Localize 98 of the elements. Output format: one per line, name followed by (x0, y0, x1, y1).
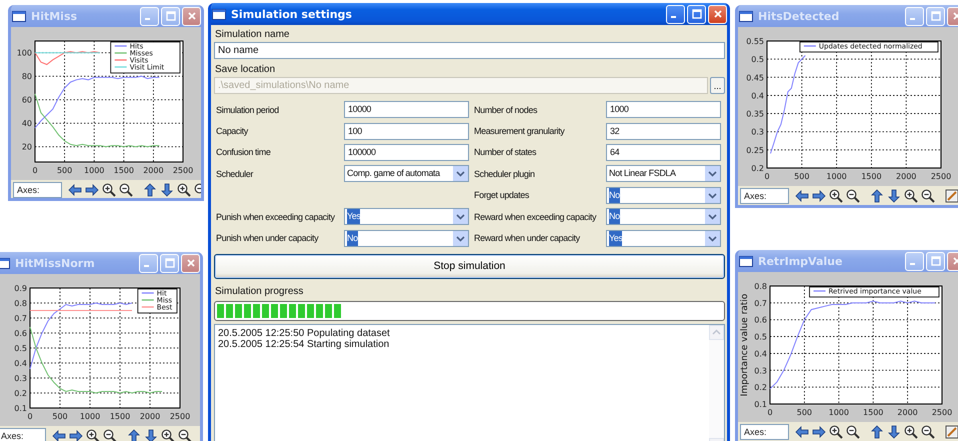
dropdown[interactable]: No (606, 186, 721, 204)
browse-button[interactable]: ... (710, 77, 725, 94)
tick-label: 0 (767, 408, 773, 417)
tick-label: 2000 (896, 172, 916, 181)
tick-label: 2000 (897, 408, 918, 417)
dropdown[interactable]: Comp. game of automata (344, 165, 469, 182)
tick-label: 0.1 (754, 400, 767, 409)
tick-label: 500 (52, 412, 68, 421)
field-label: Save location (214, 63, 276, 77)
tick-label: 0.2 (751, 164, 764, 173)
window-title: HitMissNorm (15, 256, 96, 270)
tick-label: 0.4 (751, 91, 764, 100)
field-label: Reward when exceeding capacity (473, 212, 598, 222)
tick-label: 0.5 (14, 344, 27, 353)
tick-label: 0.4 (14, 359, 27, 368)
tick-label: 0.45 (746, 73, 764, 82)
field-label: Confusion time (215, 147, 272, 158)
text-field[interactable]: No name (214, 42, 725, 59)
axes-field[interactable]: Axes: (740, 424, 789, 440)
tick-label: 0.25 (746, 146, 764, 155)
tick-label: 500 (796, 408, 812, 417)
text-field[interactable]: 1000 (606, 101, 721, 118)
dropdown[interactable]: No (606, 208, 721, 226)
axes-field[interactable]: Axes: (13, 182, 62, 198)
dropdown[interactable]: Not Linear FSDLA (606, 165, 721, 182)
tick-label: 500 (794, 172, 810, 181)
tick-label: 0.3 (751, 128, 764, 137)
tick-label: 500 (56, 166, 72, 175)
tick-label: 0.8 (14, 299, 27, 308)
field-label: Simulation period (215, 104, 280, 115)
window-title: HitMiss (31, 10, 78, 22)
axis-title: Importance value ratio (740, 294, 750, 396)
tick-label: 1500 (863, 408, 884, 417)
tick-label: 1500 (114, 166, 134, 175)
tick-label: 40 (22, 119, 32, 128)
tick-label: 0 (32, 166, 38, 175)
tick-label: 0.3 (14, 374, 27, 383)
tick-label: 2500 (932, 408, 952, 417)
log-line: 20.5.2005 12:25:54 Starting simulation (218, 338, 390, 350)
dropdown[interactable]: Yes (606, 230, 721, 247)
tick-label: 0.9 (14, 284, 27, 293)
tick-label: 0.35 (746, 110, 764, 119)
field-label: Punish when under capacity (215, 233, 320, 244)
field-label: Number of nodes (473, 104, 538, 115)
tick-label: 0 (764, 172, 770, 181)
field-label: Punish when exceeding capacity (215, 212, 336, 222)
tick-label: 0.3 (754, 366, 767, 376)
field-label: Scheduler (215, 168, 254, 179)
field-label: Forget updates (473, 190, 530, 200)
tick-label: 0 (27, 412, 33, 421)
tick-label: 0.2 (754, 383, 767, 392)
tick-label: 1000 (80, 412, 100, 421)
tick-label: 2000 (143, 166, 164, 175)
tick-label: 2500 (930, 172, 952, 181)
axes-field[interactable]: Axes: (0, 428, 46, 441)
field-label: Simulation progress (214, 284, 304, 299)
field-label: Number of states (473, 147, 538, 158)
text-field[interactable]: 100000 (344, 144, 469, 161)
tick-label: 0.4 (754, 349, 767, 358)
log-line: 20.5.2005 12:25:50 Populating dataset (218, 328, 390, 339)
tick-label: 2000 (140, 412, 160, 421)
tick-label: 1000 (826, 172, 847, 181)
text-field[interactable]: 10000 (344, 101, 469, 118)
tick-label: 1000 (84, 166, 104, 175)
dropdown[interactable]: No (344, 230, 469, 247)
field-label: Capacity (215, 126, 250, 136)
window-title: RetrImpValue (758, 254, 844, 268)
tick-label: 100 (16, 48, 32, 58)
tick-label: 1500 (110, 412, 130, 421)
tick-label: 20 (22, 142, 32, 152)
window-title: Simulation settings (231, 8, 353, 20)
tick-label: 0.1 (14, 404, 27, 413)
tick-label: 2500 (172, 166, 194, 175)
field-label: Simulation name (214, 28, 290, 42)
tick-label: 0.6 (754, 316, 767, 325)
tick-label: 0.2 (14, 389, 27, 398)
field-label: Reward when under capacity (473, 233, 581, 244)
tick-label: 0.5 (754, 332, 767, 342)
tick-label: 0.6 (14, 329, 27, 338)
tick-label: 1500 (861, 172, 882, 181)
tick-label: 0.7 (754, 298, 767, 308)
tick-label: 2500 (170, 412, 190, 421)
text-field[interactable]: 64 (606, 144, 721, 161)
tick-label: 0.5 (751, 55, 764, 64)
window-title: HitsDetected (758, 10, 840, 22)
tick-label: 0.7 (14, 314, 27, 323)
stop-simulation-button[interactable]: Stop simulation (214, 254, 725, 279)
tick-label: 0.55 (746, 37, 764, 46)
axes-field[interactable]: Axes: (740, 188, 789, 204)
text-field[interactable]: 32 (606, 122, 721, 140)
dropdown[interactable]: Yes (344, 208, 469, 226)
tick-label: 80 (22, 72, 32, 82)
tick-label: 1000 (828, 408, 849, 417)
text-field[interactable]: 100 (344, 122, 469, 140)
field-label: Scheduler plugin (473, 168, 536, 179)
field-label: Measurement granularity (473, 126, 566, 136)
tick-label: 60 (22, 96, 32, 105)
tick-label: 0.8 (754, 282, 767, 291)
